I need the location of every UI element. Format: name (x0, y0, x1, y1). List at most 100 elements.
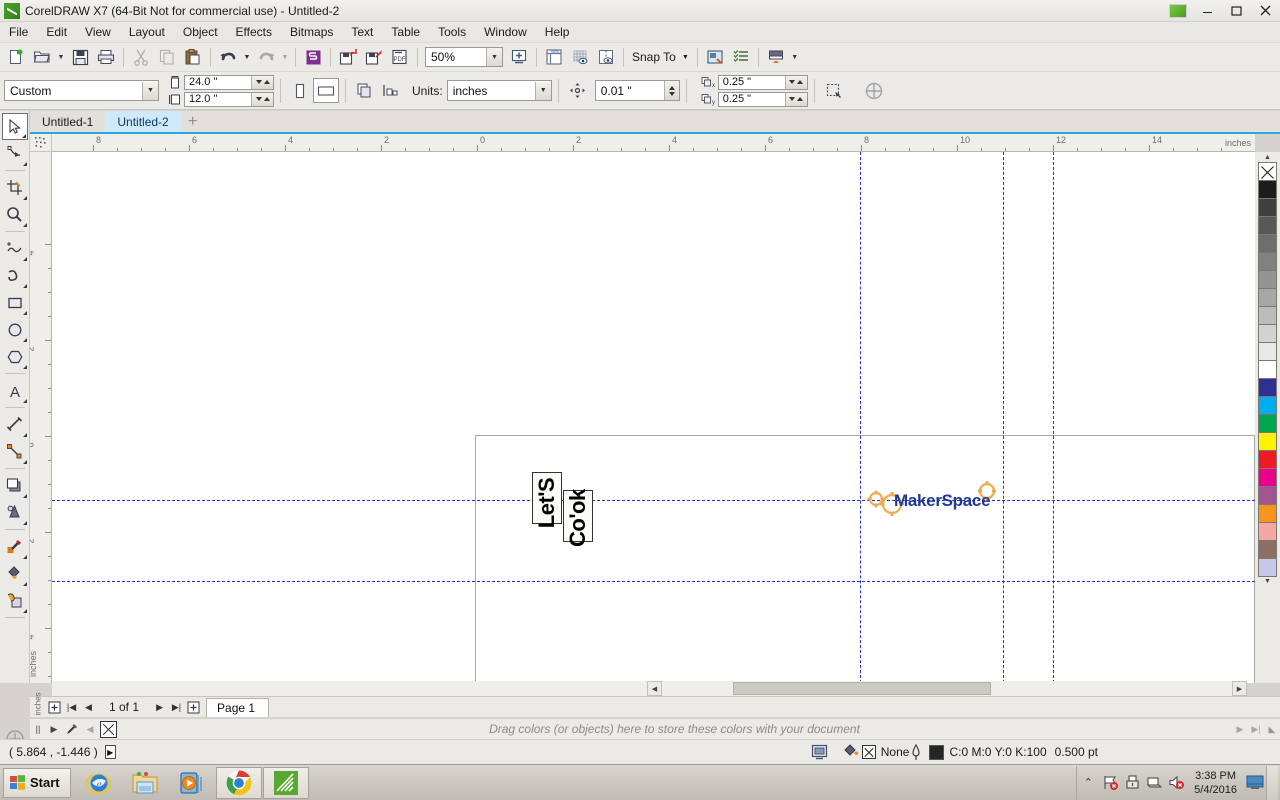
palette-swatch-40-black[interactable] (1258, 288, 1277, 307)
palette-swatch-magenta[interactable] (1258, 468, 1277, 487)
palette-swatch-pink[interactable] (1258, 522, 1277, 541)
menu-file[interactable]: File (0, 23, 37, 42)
zoom-tool[interactable] (2, 201, 28, 228)
palette-swatch-20-black[interactable] (1258, 324, 1277, 343)
open-recent-caret[interactable]: ▼ (55, 45, 67, 70)
palette-swatch-80-black[interactable] (1258, 216, 1277, 235)
color-palette[interactable]: ▲ ▼ (1255, 152, 1280, 683)
outline-pen-icon[interactable] (909, 743, 923, 761)
document-tab-untitled-1[interactable]: Untitled-1 (30, 111, 106, 132)
save-document-button[interactable] (67, 45, 93, 70)
palette-swatch-pale-lavender[interactable] (1258, 558, 1277, 577)
palette-scroll-up[interactable]: ▲ (1262, 152, 1274, 162)
palette-flyout-button[interactable]: ▶ (46, 720, 62, 738)
duplicate-y-input[interactable]: 0.25 " (717, 91, 808, 107)
parallel-dimension-tool[interactable] (2, 411, 28, 438)
page-height-input[interactable]: 12.0 " (184, 91, 274, 107)
object-manager-button[interactable] (728, 45, 754, 70)
palette-scroll-right-2[interactable]: ▶| (1248, 720, 1264, 738)
document-tab-untitled-2[interactable]: Untitled-2 (105, 111, 181, 132)
portrait-orientation-button[interactable] (287, 78, 313, 103)
taskbar-chrome[interactable] (215, 766, 262, 799)
horizontal-guideline-1[interactable] (52, 500, 1255, 501)
horizontal-ruler[interactable]: 8 6 4 2 0 2 4 6 8 10 12 14 inches (52, 134, 1255, 152)
palette-swatch-black[interactable] (1258, 180, 1277, 199)
new-document-button[interactable] (3, 45, 29, 70)
palette-scroll-right-1[interactable]: ▶ (1232, 720, 1248, 738)
vertical-guideline-1[interactable] (860, 152, 861, 683)
palette-swatch-brown[interactable] (1258, 540, 1277, 559)
polygon-tool[interactable] (2, 343, 28, 370)
page-preset-combo[interactable]: Custom ▼ (4, 80, 159, 101)
page-preset-arrow[interactable]: ▼ (142, 81, 158, 100)
outline-color-swatch[interactable] (929, 744, 945, 760)
pick-tool[interactable] (1, 113, 28, 140)
menu-window[interactable]: Window (475, 23, 536, 42)
horizontal-scrollbar[interactable]: ◀ ▶ (52, 681, 1247, 696)
redo-button[interactable] (253, 45, 279, 70)
open-document-button[interactable] (29, 45, 55, 70)
menu-effects[interactable]: Effects (227, 23, 281, 42)
palette-scroll-down[interactable]: ▼ (1262, 576, 1274, 586)
show-desktop-button[interactable] (1266, 765, 1278, 800)
network-icon[interactable] (1143, 771, 1165, 795)
palette-swatch-blue[interactable] (1258, 378, 1277, 397)
desktop-preview-icon[interactable] (1244, 771, 1266, 795)
menu-tools[interactable]: Tools (429, 23, 475, 42)
menu-layout[interactable]: Layout (120, 23, 174, 42)
palette-swatch-white[interactable] (1258, 360, 1277, 379)
palette-swatch-90-black[interactable] (1258, 198, 1277, 217)
show-rulers-button[interactable] (541, 45, 567, 70)
expand-status-bar-button[interactable]: ▶ (104, 745, 116, 759)
screen-color-icon[interactable] (811, 744, 828, 760)
menu-edit[interactable]: Edit (37, 23, 76, 42)
new-document-tab-button[interactable]: + (181, 111, 205, 132)
horizontal-scroll-thumb[interactable] (733, 682, 991, 695)
first-page-button[interactable]: |◀ (63, 699, 80, 716)
units-combo[interactable]: inches ▼ (446, 80, 552, 101)
zoom-dropdown-arrow[interactable]: ▼ (486, 48, 502, 66)
taskbar-media-player[interactable] (169, 767, 215, 799)
palette-swatch-orange[interactable] (1258, 504, 1277, 523)
ruler-origin-button[interactable] (30, 134, 52, 152)
taskbar-internet-explorer[interactable]: e (75, 767, 121, 799)
treat-all-objects-as-filled-button[interactable] (821, 78, 847, 103)
vertical-ruler[interactable]: 4 2 0 2 4 inches (30, 152, 52, 683)
add-page-before-button[interactable] (46, 699, 63, 716)
page-width-input[interactable]: 24.0 " (184, 74, 274, 90)
zoom-level-combo[interactable]: 50% ▼ (425, 47, 503, 67)
copy-button[interactable] (154, 45, 180, 70)
export-button[interactable] (361, 45, 387, 70)
horizontal-guideline-2[interactable] (52, 581, 1255, 582)
palette-expand-button[interactable]: ◣ (1264, 720, 1280, 738)
units-dropdown-arrow[interactable]: ▼ (534, 81, 551, 100)
minimize-button[interactable] (1193, 0, 1222, 22)
taskbar-clock[interactable]: 3:38 PM 5/4/2016 (1187, 769, 1244, 797)
scroll-right-button[interactable]: ▶ (1232, 681, 1247, 696)
cut-button[interactable] (128, 45, 154, 70)
palette-eyedropper[interactable] (62, 720, 82, 738)
interactive-fill-tool[interactable] (2, 587, 28, 614)
scroll-left-button[interactable]: ◀ (647, 681, 662, 696)
redo-history-caret[interactable]: ▼ (279, 45, 291, 70)
options-button[interactable] (702, 45, 728, 70)
palette-swatch-red[interactable] (1258, 450, 1277, 469)
duplicate-y-steppers[interactable] (784, 92, 807, 106)
palette-scroll-left[interactable]: ◀ (82, 720, 98, 738)
freehand-tool[interactable] (2, 235, 28, 262)
undo-history-caret[interactable]: ▼ (241, 45, 253, 70)
menu-table[interactable]: Table (382, 23, 429, 42)
palette-swatch-10-black[interactable] (1258, 342, 1277, 361)
drawing-canvas[interactable]: Let'S Co'ok MakerSpace (52, 152, 1255, 683)
show-hidden-icons[interactable]: ⌃ (1077, 771, 1099, 795)
straight-line-connector-tool[interactable] (2, 438, 28, 465)
fullscreen-preview-button[interactable] (506, 45, 532, 70)
rectangle-tool[interactable] (2, 289, 28, 316)
close-button[interactable] (1251, 0, 1280, 22)
show-grid-button[interactable] (567, 45, 593, 70)
palette-none-swatch[interactable] (100, 720, 117, 738)
previous-page-button[interactable]: ◀ (80, 699, 97, 716)
ellipse-tool[interactable] (2, 316, 28, 343)
apply-to-current-page-button[interactable] (378, 78, 404, 103)
text-object-cook[interactable]: Co'ok (563, 489, 593, 547)
